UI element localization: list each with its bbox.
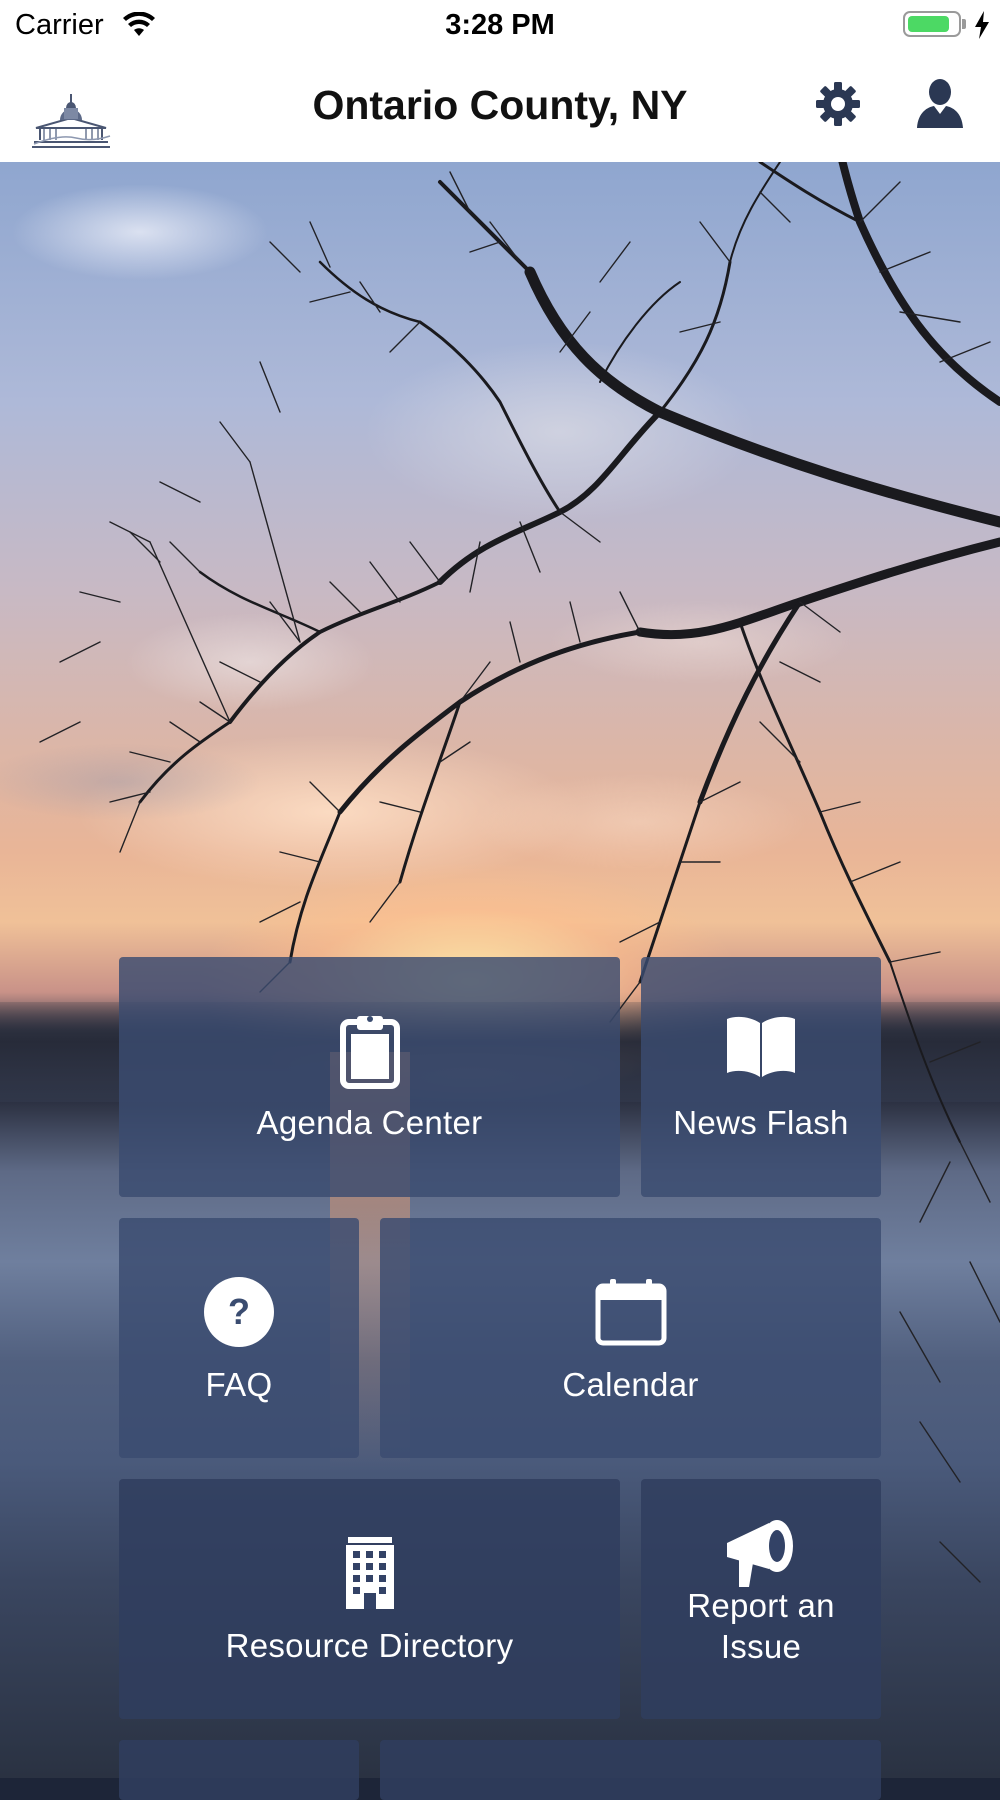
calendar-icon <box>595 1279 666 1346</box>
book-icon <box>727 1016 795 1077</box>
app-header: Ontario County, NY <box>0 52 1000 163</box>
calendar-tile[interactable]: Calendar <box>380 1218 881 1458</box>
resource-directory-tile[interactable]: Resource Directory <box>119 1479 620 1719</box>
user-profile-icon[interactable] <box>916 78 964 130</box>
tile-label-agenda-center: Agenda Center <box>256 1104 483 1141</box>
svg-text:?: ? <box>228 1291 250 1332</box>
tile-label-calendar: Calendar <box>562 1366 699 1403</box>
battery-cap <box>962 19 966 29</box>
gear-icon[interactable] <box>814 80 862 128</box>
status-time: 3:28 PM <box>445 9 555 41</box>
partial-tile-left[interactable] <box>119 1740 359 1800</box>
report-an-issue-tile[interactable]: Report an Issue <box>641 1479 881 1719</box>
partial-tile-right[interactable] <box>380 1740 881 1800</box>
agenda-center-tile[interactable]: Agenda Center <box>119 957 620 1197</box>
status-bar: Carrier 3:28 PM <box>0 0 1000 52</box>
question-circle-icon: ? <box>204 1277 274 1347</box>
clipboard-icon <box>339 1016 400 1089</box>
news-flash-tile[interactable]: News Flash <box>641 957 881 1197</box>
tile-label-news-flash: News Flash <box>673 1104 849 1141</box>
faq-tile[interactable]: ? FAQ <box>119 1218 359 1458</box>
tile-label-report-an-issue: Report an Issue <box>687 1587 835 1665</box>
building-icon <box>345 1537 394 1609</box>
tile-label-faq: FAQ <box>205 1366 273 1403</box>
tile-label-resource-directory: Resource Directory <box>225 1627 514 1664</box>
charging-bolt-icon <box>975 11 989 39</box>
battery-icon <box>903 11 961 37</box>
megaphone-icon <box>727 1520 793 1587</box>
